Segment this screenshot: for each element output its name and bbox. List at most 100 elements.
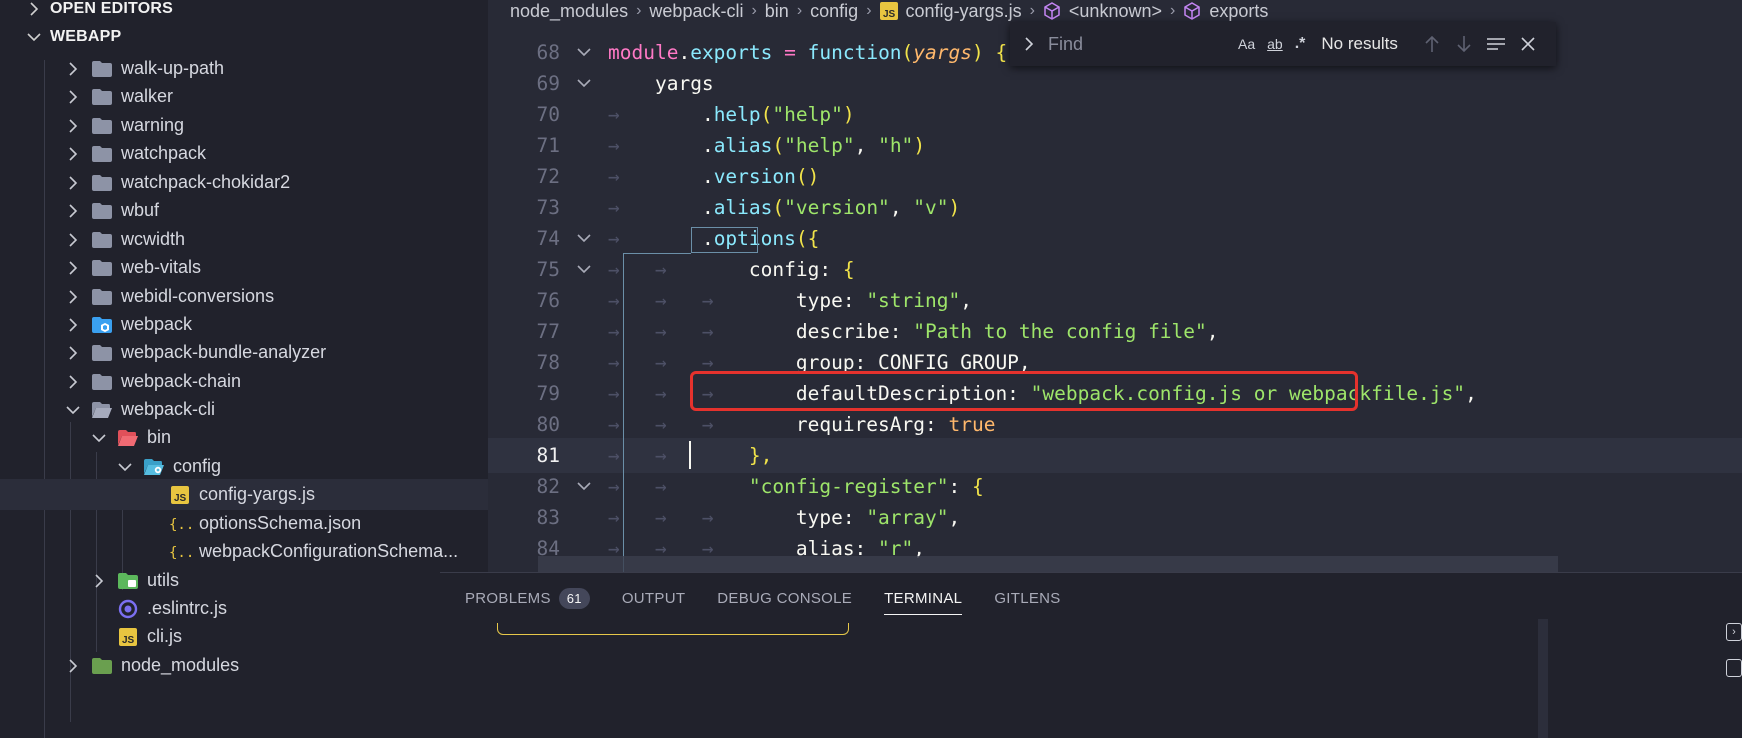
tree-item[interactable]: utils (0, 565, 488, 596)
toggle-replace-chevron-icon[interactable] (1018, 37, 1040, 51)
horizontal-scrollbar[interactable] (538, 556, 1558, 572)
fold-chevron-icon[interactable] (560, 78, 608, 88)
tab-debug-console[interactable]: DEBUG CONSOLE (717, 583, 852, 613)
code-line[interactable]: 74 → .options({ (488, 221, 1742, 256)
chevron-down-icon[interactable] (64, 405, 82, 415)
line-content: → → → type: "string", (608, 289, 972, 312)
tree-item[interactable]: walker (0, 81, 488, 112)
code-line[interactable]: 70 → .help("help") (488, 97, 1742, 132)
chevron-right-icon[interactable] (64, 317, 82, 332)
code-line[interactable]: 72 → .version() (488, 159, 1742, 194)
tree-item[interactable]: webpack (0, 309, 488, 340)
terminal-expand-icon[interactable]: › (1726, 623, 1742, 641)
breadcrumb-item[interactable]: <unknown> (1069, 1, 1162, 22)
chevron-right-icon[interactable] (64, 658, 82, 673)
chevron-right-icon[interactable] (64, 146, 82, 161)
tree-item[interactable]: watchpack (0, 138, 488, 169)
chevron-right-icon[interactable] (64, 89, 82, 104)
fold-chevron-icon[interactable] (560, 481, 608, 491)
code-line[interactable]: 75 → → config: { (488, 252, 1742, 287)
code-line[interactable]: 77 → → → describe: "Path to the config fi… (488, 314, 1742, 349)
tree-item[interactable]: web-vitals (0, 252, 488, 283)
tab-terminal[interactable]: TERMINAL (884, 583, 963, 615)
open-editors-header[interactable]: OPEN EDITORS (0, 0, 488, 24)
panel-scrollbar[interactable] (1538, 619, 1548, 738)
breadcrumb-item[interactable]: webpack-cli (649, 1, 743, 22)
chevron-right-icon[interactable] (64, 175, 82, 190)
tree-item[interactable]: webpack-chain (0, 366, 488, 397)
next-match-button[interactable] (1448, 35, 1480, 53)
tab-problems[interactable]: PROBLEMS 61 (465, 583, 590, 613)
code-line[interactable]: 82 → → "config-register": { (488, 469, 1742, 504)
tree-item[interactable]: webidl-conversions (0, 281, 488, 312)
chevron-right-icon[interactable] (64, 260, 82, 275)
tree-item[interactable]: warning (0, 110, 488, 141)
tab-gitlens[interactable]: GITLENS (994, 583, 1060, 613)
workspace-header[interactable]: WEBAPP (0, 22, 488, 52)
tree-item[interactable]: {..} webpackConfigurationSchema... (0, 536, 488, 567)
chevron-right-icon[interactable] (64, 289, 82, 304)
match-case-toggle[interactable]: Aa (1238, 36, 1255, 52)
code-line[interactable]: 80 → → → requiresArg: true (488, 407, 1742, 442)
line-number: 75 (536, 257, 560, 281)
tree-item[interactable]: config (0, 451, 488, 482)
chevron-down-icon[interactable] (90, 433, 108, 443)
workspace-label: WEBAPP (50, 28, 122, 45)
tree-item[interactable]: webpack-bundle-analyzer (0, 337, 488, 368)
terminal-action-icon[interactable] (1726, 659, 1742, 677)
code-line[interactable]: 73 → .alias("version", "v") (488, 190, 1742, 225)
breadcrumb-item[interactable]: config-yargs.js (906, 1, 1022, 22)
code-editor[interactable]: node_modules › webpack-cli › bin › confi… (488, 0, 1742, 636)
tree-item[interactable]: node_modules (0, 650, 488, 681)
folder-icon (91, 201, 113, 221)
chevron-right-icon[interactable] (64, 118, 82, 133)
code-line[interactable]: 71 → .alias("help", "h") (488, 128, 1742, 163)
tree-item[interactable]: wbuf (0, 195, 488, 226)
fold-chevron-icon[interactable] (560, 47, 608, 57)
tab-label: OUTPUT (621, 589, 686, 607)
tree-item[interactable]: watchpack-chokidar2 (0, 167, 488, 198)
bin-folder-icon (117, 428, 139, 448)
code-line[interactable]: 81 → → }, (488, 438, 1742, 473)
chevron-right-icon[interactable] (64, 232, 82, 247)
previous-match-button[interactable] (1416, 35, 1448, 53)
tree-item[interactable]: wcwidth (0, 224, 488, 255)
whole-word-toggle[interactable]: ab (1267, 36, 1283, 52)
code-token: = (772, 40, 808, 64)
chevron-right-icon[interactable] (90, 573, 108, 588)
code-line[interactable]: 83 → → → type: "array", (488, 500, 1742, 535)
tree-item[interactable]: bin (0, 422, 488, 453)
whitespace-marker: → → → (608, 412, 749, 436)
tree-item[interactable]: JS config-yargs.js (0, 479, 488, 510)
fold-chevron-icon[interactable] (560, 264, 608, 274)
tree-item[interactable]: .eslintrc.js (0, 593, 488, 624)
fold-chevron-icon[interactable] (560, 233, 608, 243)
chevron-right-icon[interactable] (64, 374, 82, 389)
breadcrumb-item[interactable]: exports (1209, 1, 1268, 22)
tree-item[interactable]: {..} optionsSchema.json (0, 508, 488, 539)
chevron-right-icon[interactable] (64, 61, 82, 76)
tab-output[interactable]: OUTPUT (622, 583, 685, 613)
find-input[interactable] (1048, 33, 1238, 55)
tree-item[interactable]: walk-up-path (0, 53, 488, 84)
code-line[interactable]: 69 yargs (488, 66, 1742, 101)
breadcrumb-item[interactable]: config (810, 1, 858, 22)
breadcrumb-item[interactable]: bin (765, 1, 789, 22)
chevron-down-icon[interactable] (116, 462, 134, 472)
breadcrumb-item[interactable]: node_modules (510, 1, 628, 22)
regex-toggle[interactable]: .* (1295, 35, 1306, 53)
code-token: "Path to the config file" (913, 319, 1207, 343)
line-number: 73 (536, 195, 560, 219)
close-icon[interactable] (1512, 37, 1544, 51)
chevron-right-icon[interactable] (64, 203, 82, 218)
line-number: 68 (536, 40, 560, 64)
code-token: true (948, 412, 996, 436)
tree-item[interactable]: JS cli.js (0, 621, 488, 652)
tree-item[interactable]: webpack-cli (0, 394, 488, 425)
chevron-right-icon[interactable] (64, 345, 82, 360)
code-line[interactable]: 76 → → → type: "string", (488, 283, 1742, 318)
code-token: , (889, 195, 914, 219)
find-in-selection-icon[interactable] (1480, 36, 1512, 52)
code-area[interactable]: 68 module.exports = function(yargs) {69 y… (488, 22, 1742, 636)
code-token: . (678, 40, 691, 64)
